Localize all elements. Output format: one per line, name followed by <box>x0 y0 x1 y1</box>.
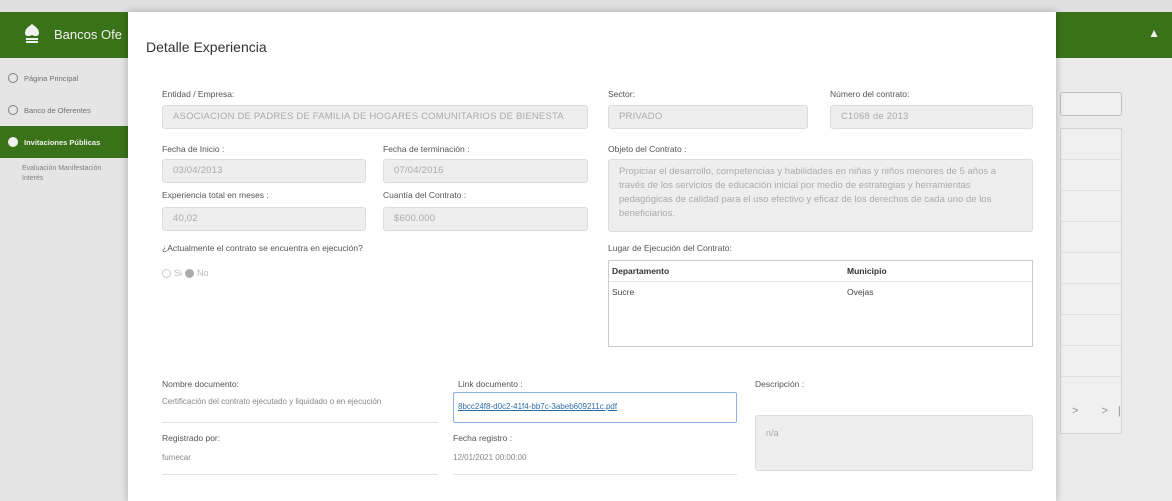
registrado-por-value: fumecar <box>162 453 191 462</box>
sector-field: PRIVADO <box>608 105 808 129</box>
experiencia-label: Experiencia total en meses : <box>162 190 269 200</box>
fecha-terminacion-field: 07/04/2016 <box>383 159 588 183</box>
lugar-table: Departamento Municipio Sucre Ovejas <box>608 260 1033 347</box>
table-row: Sucre Ovejas <box>609 282 1032 302</box>
cuantia-field: $600.000 <box>383 207 588 231</box>
cell-municipio: Ovejas <box>847 287 874 297</box>
fecha-terminacion-label: Fecha de terminación : <box>383 144 470 154</box>
nombre-documento-value: Certificación del contrato ejecutado y l… <box>162 397 382 406</box>
column-header-departamento: Departamento <box>612 266 670 276</box>
registrado-por-label: Registrado por: <box>162 433 221 443</box>
detalle-experiencia-modal: Detalle Experiencia Entidad / Empresa: A… <box>128 12 1056 501</box>
table-header: Departamento Municipio <box>609 261 1032 282</box>
divider <box>162 422 438 423</box>
ejecucion-question: ¿Actualmente el contrato se encuentra en… <box>162 243 363 253</box>
sector-label: Sector: <box>608 89 635 99</box>
experiencia-field: 40,02 <box>162 207 366 231</box>
fecha-inicio-label: Fecha de Inicio : <box>162 144 225 154</box>
numero-contrato-label: Número del contrato: <box>830 89 910 99</box>
objeto-contrato-field: Propiciar el desarrollo, competencias y … <box>608 159 1033 232</box>
descripcion-label: Descripción : <box>755 379 805 389</box>
fecha-inicio-field: 03/04/2013 <box>162 159 366 183</box>
divider <box>162 474 438 475</box>
cuantia-label: Cuantía del Contrato : <box>383 190 467 200</box>
numero-contrato-field: C1068 de 2013 <box>830 105 1033 129</box>
objeto-contrato-label: Objeto del Contrato : <box>608 144 687 154</box>
link-documento-label: Link documento : <box>458 379 523 389</box>
link-documento[interactable]: 8bcc24f8-d0c2-41f4-bb7c-3abeb609211c.pdf <box>458 402 617 411</box>
radio-si-label: Si <box>174 268 183 278</box>
radio-no[interactable] <box>185 268 195 278</box>
fecha-registro-value: 12/01/2021 00:00:00 <box>453 453 527 462</box>
divider <box>453 474 737 475</box>
radio-no-label: No <box>197 268 209 278</box>
cell-departamento: Sucre <box>612 287 635 297</box>
radio-si[interactable] <box>162 268 171 278</box>
descripcion-field: n/a <box>755 415 1033 471</box>
entidad-field: ASOCIACION DE PADRES DE FAMILIA DE HOGAR… <box>162 105 588 129</box>
column-header-municipio: Municipio <box>847 266 887 276</box>
nombre-documento-label: Nombre documento: <box>162 379 240 389</box>
link-documento-box: 8bcc24f8-d0c2-41f4-bb7c-3abeb609211c.pdf <box>453 392 737 423</box>
ejecucion-radio-group: Si No <box>162 268 209 278</box>
fecha-registro-label: Fecha registro : <box>453 433 513 443</box>
modal-title: Detalle Experiencia <box>146 39 267 55</box>
lugar-label: Lugar de Ejecución del Contrato: <box>608 243 732 253</box>
entidad-label: Entidad / Empresa: <box>162 89 235 99</box>
